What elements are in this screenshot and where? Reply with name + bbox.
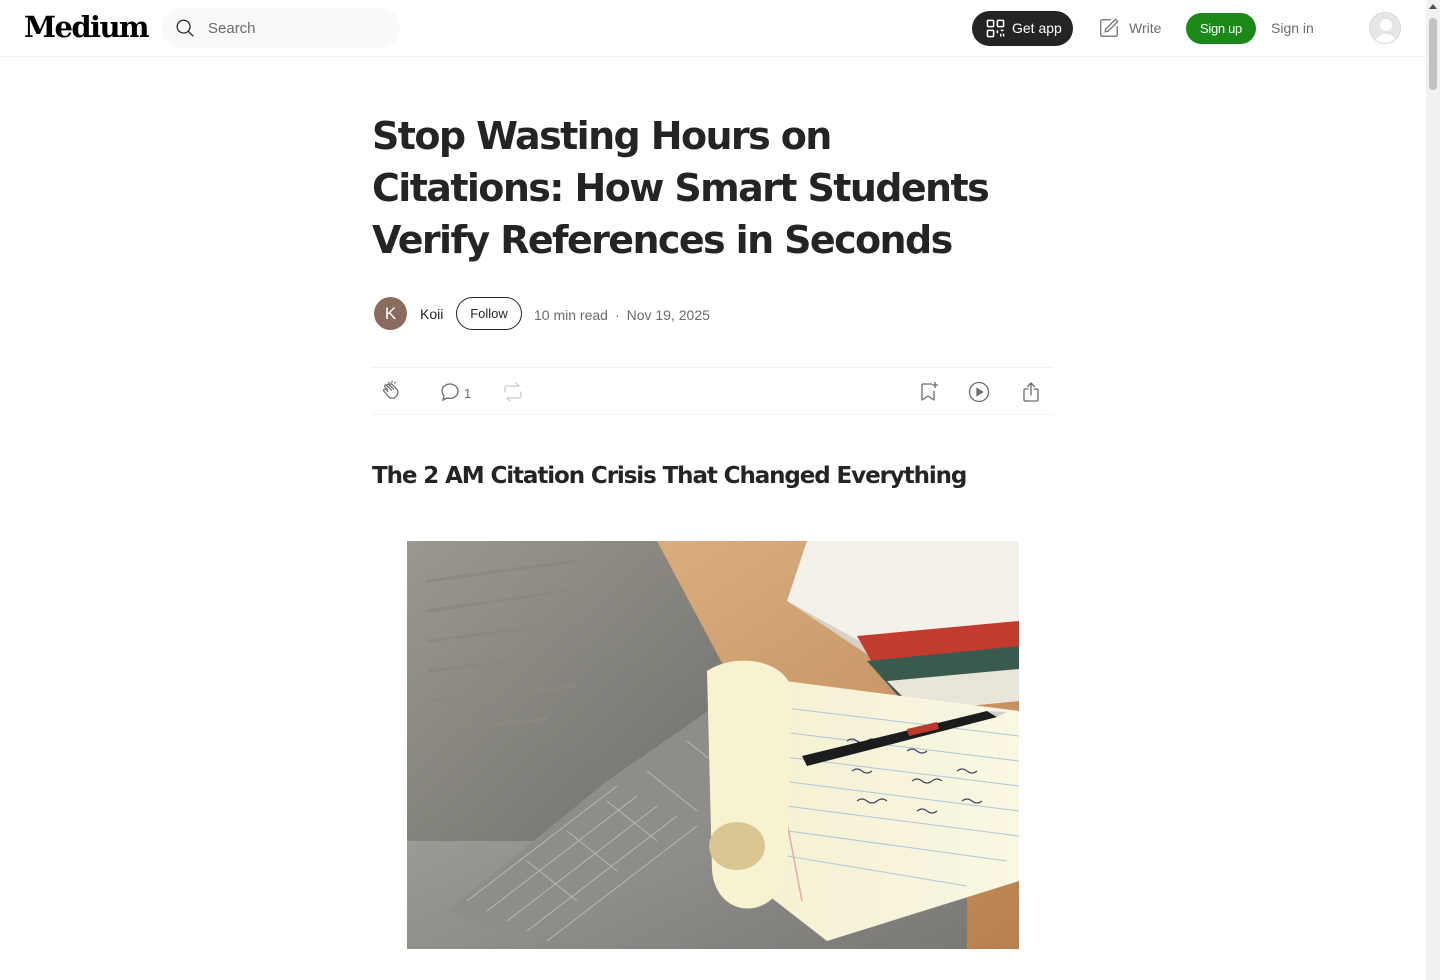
author-avatar[interactable]: K (374, 297, 407, 330)
meta-separator: · (614, 307, 620, 323)
search-bar[interactable]: Search (161, 8, 400, 48)
write-icon (1100, 18, 1119, 37)
article-meta: 10 min read · Nov 19, 2025 (534, 307, 710, 323)
share-icon[interactable] (1019, 380, 1043, 404)
medium-logo[interactable]: Medium (24, 10, 150, 44)
scroll-thumb[interactable] (1429, 18, 1437, 90)
search-icon (176, 19, 194, 37)
clap-icon[interactable] (380, 380, 404, 404)
author-name[interactable]: Koii (420, 306, 443, 322)
publish-date: Nov 19, 2025 (626, 307, 710, 323)
hero-illustration (407, 541, 1019, 949)
get-app-button[interactable]: Get app (972, 11, 1073, 46)
qr-code-icon (986, 19, 1005, 38)
write-button[interactable]: Write (1098, 15, 1168, 41)
repost-icon[interactable] (501, 380, 525, 404)
article-hero-image (407, 541, 1019, 949)
scroll-up-arrow[interactable] (1429, 4, 1437, 9)
article-action-bar: 1 (372, 367, 1053, 415)
top-navigation: Medium Search Get app Write Sign up Sign… (0, 0, 1426, 57)
comment-icon[interactable] (438, 380, 462, 404)
search-placeholder: Search (208, 20, 256, 37)
comment-count: 1 (464, 386, 472, 401)
read-time: 10 min read (534, 307, 608, 323)
page-scrollbar[interactable] (1426, 0, 1440, 980)
user-avatar[interactable] (1369, 12, 1401, 44)
sign-up-button[interactable]: Sign up (1186, 13, 1256, 44)
write-label: Write (1129, 20, 1162, 36)
bookmark-icon[interactable] (916, 380, 940, 404)
get-app-label: Get app (1012, 20, 1062, 36)
section-heading: The 2 AM Citation Crisis That Changed Ev… (372, 463, 967, 489)
sign-in-link[interactable]: Sign in (1271, 20, 1314, 36)
user-avatar-icon (1374, 19, 1398, 43)
follow-button[interactable]: Follow (456, 297, 522, 330)
article-title: Stop Wasting Hours on Citations: How Sma… (372, 114, 990, 262)
listen-icon[interactable] (967, 380, 991, 404)
